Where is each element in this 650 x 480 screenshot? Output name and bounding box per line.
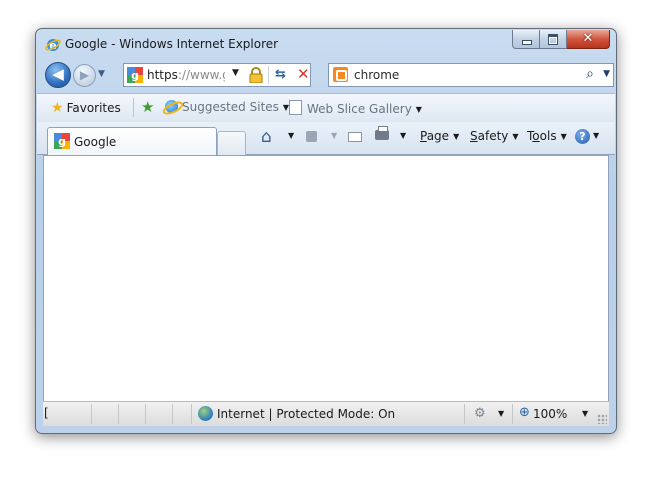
- svg-text:g: g: [131, 69, 139, 82]
- web-slice-label: Web Slice Gallery: [307, 102, 412, 116]
- feeds-icon[interactable]: [306, 131, 317, 142]
- minimize-button[interactable]: [512, 30, 540, 49]
- navigation-bar: ◀ ▶ ▼ g https://www.g ▼ ⇆ ✕ chrome ⌕ ▼: [36, 60, 616, 90]
- suggested-sites-label: Suggested Sites: [182, 100, 279, 114]
- security-settings-icon[interactable]: ⚙: [474, 406, 486, 421]
- help-dropdown-icon[interactable]: ▼: [593, 131, 599, 140]
- google-favicon-icon: g: [54, 133, 70, 149]
- status-bar: [ Internet | Protected Mode: On ⚙ ▼ ⊕ 10…: [43, 401, 609, 426]
- stop-icon[interactable]: ✕: [297, 65, 310, 83]
- maximize-icon: [548, 34, 558, 45]
- add-to-favorites-icon[interactable]: ★: [141, 98, 154, 116]
- svg-text:g: g: [58, 135, 66, 148]
- browser-window: e Google - Windows Internet Explorer ✕ ◀…: [35, 28, 617, 434]
- tools-menu-label: ols: [539, 129, 557, 143]
- safety-menu-access-key: S: [470, 129, 478, 143]
- maximize-button[interactable]: [540, 30, 567, 49]
- search-box[interactable]: chrome ⌕ ▼: [328, 63, 614, 87]
- chevron-down-icon: ▼: [453, 132, 460, 141]
- close-button[interactable]: ✕: [567, 30, 610, 49]
- resize-grip-icon[interactable]: [597, 414, 607, 424]
- zoom-dropdown-icon[interactable]: ▼: [582, 409, 588, 418]
- address-protocol: https: [147, 68, 178, 82]
- close-icon: ✕: [582, 31, 594, 46]
- safety-menu-label: afety: [477, 129, 509, 143]
- search-input[interactable]: chrome: [354, 68, 399, 82]
- ie-logo-icon: e: [45, 39, 61, 52]
- favorites-bar: ★ Favorites ★ Suggested Sites ▼ Web Slice …: [37, 93, 615, 122]
- search-options-dropdown[interactable]: ▼: [603, 69, 610, 79]
- chevron-down-icon: ▼: [512, 132, 519, 141]
- page-menu-access-key: P: [420, 129, 427, 143]
- status-cell: [119, 404, 146, 424]
- safety-menu[interactable]: Safety ▼: [470, 129, 519, 143]
- address-dropdown-icon[interactable]: ▼: [232, 68, 239, 78]
- suggested-sites-link[interactable]: Suggested Sites ▼: [165, 100, 289, 114]
- address-host: ://www.g: [177, 68, 225, 82]
- window-title: Google - Windows Internet Explorer: [65, 37, 279, 51]
- star-icon: ★: [51, 100, 64, 116]
- favorites-label: Favorites: [66, 101, 121, 115]
- minimize-icon: [522, 40, 532, 45]
- refresh-icon[interactable]: ⇆: [275, 67, 286, 82]
- tab-label: Google: [74, 135, 117, 149]
- bing-icon: [333, 67, 348, 82]
- back-button[interactable]: ◀: [45, 62, 71, 88]
- title-bar[interactable]: e Google - Windows Internet Explorer ✕: [36, 29, 616, 59]
- home-icon[interactable]: ⌂: [261, 127, 272, 147]
- globe-icon[interactable]: [198, 406, 213, 421]
- status-separator: [463, 404, 465, 424]
- status-cell: [65, 404, 92, 424]
- tools-menu[interactable]: Tools ▼: [527, 129, 567, 143]
- status-separator: [511, 404, 513, 424]
- security-zone-text[interactable]: Internet | Protected Mode: On: [217, 407, 395, 421]
- address-separator: [268, 66, 269, 84]
- home-dropdown-icon[interactable]: ▼: [288, 131, 294, 140]
- new-tab-button[interactable]: [217, 131, 246, 155]
- zoom-level[interactable]: 100%: [533, 407, 567, 421]
- web-slice-gallery-link[interactable]: Web Slice Gallery ▼: [289, 100, 422, 116]
- status-cell: [92, 404, 119, 424]
- security-dropdown-icon[interactable]: ▼: [498, 409, 504, 418]
- caption-buttons: ✕: [512, 30, 610, 49]
- page-menu-label: age: [426, 129, 450, 143]
- ie-small-icon: [165, 100, 178, 113]
- chevron-down-icon: ▼: [415, 105, 422, 114]
- print-dropdown-icon[interactable]: ▼: [400, 131, 406, 140]
- tab-google[interactable]: g Google: [47, 127, 217, 155]
- google-favicon-icon: g: [127, 67, 143, 83]
- address-bar[interactable]: g https://www.g ▼ ⇆ ✕: [123, 63, 311, 87]
- page-icon: [289, 100, 302, 115]
- tools-menu-access-key: o: [532, 129, 540, 143]
- recent-pages-dropdown[interactable]: ▼: [98, 69, 105, 79]
- page-menu[interactable]: Page ▼: [420, 129, 459, 143]
- command-bar: g Google ⌂ ▼ ▼ ▼ Page ▼ Safety ▼ Tools ▼ ? …: [37, 122, 615, 155]
- status-text: [: [44, 406, 49, 420]
- address-input[interactable]: https://www.g: [147, 68, 225, 82]
- page-content[interactable]: [43, 155, 609, 402]
- chevron-down-icon: ▼: [560, 132, 567, 141]
- status-cell: [173, 404, 192, 424]
- favorites-button[interactable]: ★ Favorites: [51, 100, 121, 116]
- lock-icon[interactable]: [249, 67, 263, 83]
- feeds-dropdown-icon[interactable]: ▼: [331, 131, 337, 140]
- favorites-separator: [133, 98, 134, 117]
- forward-button[interactable]: ▶: [73, 64, 96, 87]
- mail-icon[interactable]: [348, 132, 362, 142]
- search-icon[interactable]: ⌕: [586, 66, 594, 82]
- zoom-icon[interactable]: ⊕: [519, 405, 530, 420]
- help-icon[interactable]: ?: [575, 129, 590, 144]
- print-icon[interactable]: [375, 126, 389, 140]
- status-cell: [146, 404, 173, 424]
